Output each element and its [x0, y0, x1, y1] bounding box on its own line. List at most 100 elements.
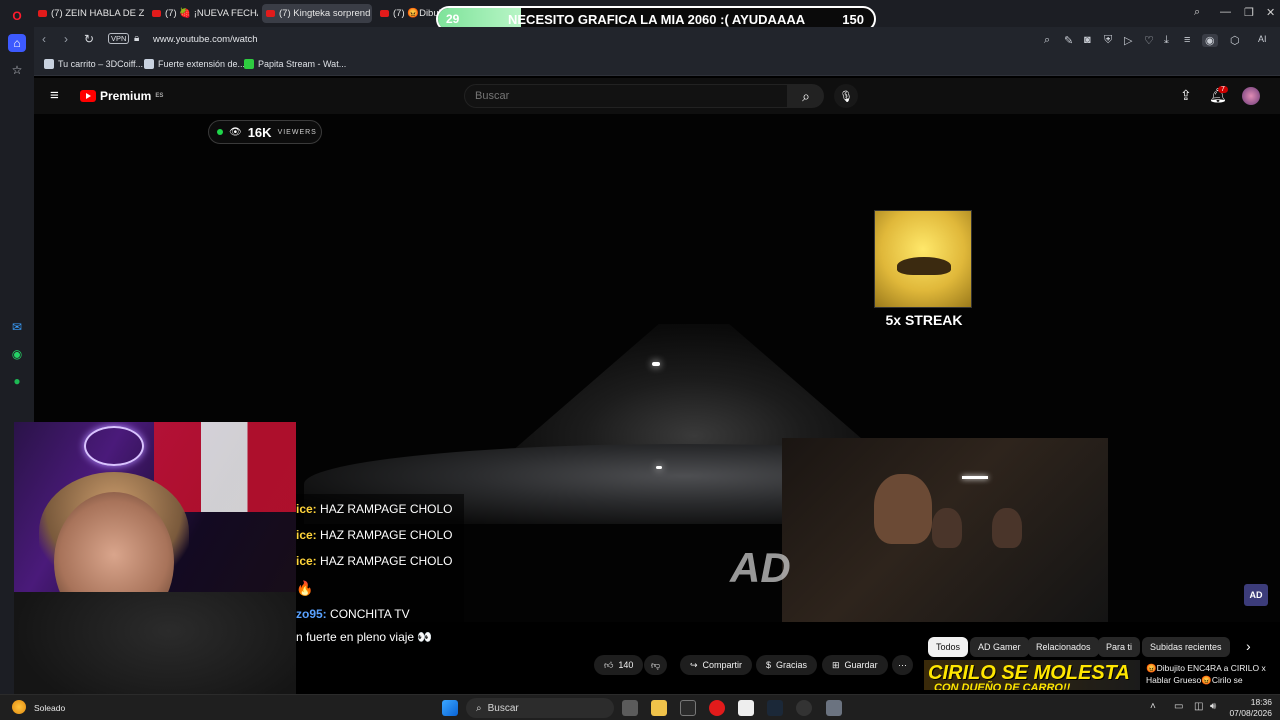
- search-button[interactable]: ⌕: [788, 84, 824, 108]
- url-field[interactable]: www.youtube.com/watch: [153, 34, 258, 45]
- chat-message: ice: HAZ RAMPAGE CHOLO: [296, 502, 453, 516]
- hamburger-menu-icon[interactable]: ≡: [50, 87, 59, 104]
- address-bar-row: ‹ › ↻ VPN 🔒︎ www.youtube.com/watch ⌕ ✎ ◙…: [34, 27, 1280, 54]
- related-video-thumbnail[interactable]: CIRILO SE MOLESTA CON DUEÑO DE CARRO!!: [924, 660, 1140, 690]
- chip-relacionados[interactable]: Relacionados: [1028, 637, 1099, 657]
- task-view-icon[interactable]: [622, 700, 638, 716]
- windows-start-icon[interactable]: [442, 700, 458, 716]
- save-button[interactable]: ⊞ Guardar: [822, 655, 888, 675]
- bookmark-2[interactable]: Fuerte extensión de...: [144, 59, 245, 69]
- volume-icon[interactable]: 🔊︎: [1210, 701, 1216, 712]
- ai-button[interactable]: AI: [1258, 34, 1267, 44]
- thumbs-up-icon: 👍︎: [604, 659, 614, 670]
- player-icon[interactable]: ▷: [1124, 34, 1132, 47]
- chevron-up-icon[interactable]: ˄: [1150, 701, 1156, 712]
- heart-icon[interactable]: ♡: [1144, 34, 1154, 47]
- share-button[interactable]: ↪ Compartir: [680, 655, 753, 675]
- extensions-icon[interactable]: ⬡: [1230, 34, 1240, 47]
- viewer-count-pill: 👁︎ 16K VIEWERS: [208, 120, 322, 144]
- like-button[interactable]: 👍︎ 140: [594, 655, 644, 675]
- camera-icon[interactable]: ◙: [1084, 34, 1091, 46]
- app-icon[interactable]: [680, 700, 696, 716]
- network-icon[interactable]: ◫: [1194, 701, 1203, 712]
- settings-gear-icon[interactable]: [826, 700, 842, 716]
- share-icon: ↪: [690, 659, 698, 670]
- notification-count-badge: 7: [1218, 86, 1228, 93]
- avatar[interactable]: [1242, 87, 1260, 105]
- more-icon: ⋯: [898, 659, 907, 670]
- search-tabs-icon[interactable]: ⌕: [1194, 6, 1200, 19]
- bookmarks-bar: Tu carrito – 3DCoiff... Fuerte extensión…: [34, 54, 1280, 76]
- notepad-icon[interactable]: [738, 700, 754, 716]
- system-clock[interactable]: 18:36 07/08/2026: [1229, 697, 1272, 719]
- home-icon[interactable]: ⌂: [8, 34, 26, 52]
- chevron-right-icon[interactable]: ›: [1246, 638, 1251, 654]
- weather-label[interactable]: Soleado: [34, 703, 65, 713]
- whatsapp-icon[interactable]: ◉: [8, 345, 26, 363]
- search-input[interactable]: [465, 85, 787, 107]
- spotify-icon[interactable]: ●: [8, 372, 26, 390]
- bookmark-favicon-icon: [244, 59, 254, 69]
- thanks-button[interactable]: $ Gracias: [756, 655, 818, 675]
- messenger-icon[interactable]: ✉: [8, 318, 26, 336]
- microphone-icon: 🎙︎: [839, 90, 853, 103]
- shield-icon[interactable]: ⛨: [1104, 34, 1112, 47]
- headlight: [652, 362, 660, 366]
- voice-search-button[interactable]: 🎙︎: [834, 84, 858, 108]
- maximize-icon[interactable]: ❐: [1244, 6, 1254, 19]
- star-icon[interactable]: ☆: [8, 61, 26, 79]
- battery-icon[interactable]: ▭: [1174, 701, 1183, 712]
- chat-message: ice: HAZ RAMPAGE CHOLO: [296, 554, 453, 568]
- profile-icon[interactable]: ◉: [1202, 34, 1218, 47]
- obs-icon[interactable]: [796, 700, 812, 716]
- close-icon[interactable]: ✕: [1266, 6, 1275, 19]
- bookmark-1[interactable]: Tu carrito – 3DCoiff...: [44, 59, 143, 69]
- dislike-button[interactable]: 👎︎: [644, 655, 668, 675]
- chip-ad-gamer[interactable]: AD Gamer: [970, 637, 1029, 657]
- opera-logo-icon[interactable]: O: [8, 7, 26, 25]
- forward-icon[interactable]: ›: [64, 32, 68, 46]
- search-box[interactable]: [464, 84, 788, 108]
- back-icon[interactable]: ‹: [42, 32, 46, 46]
- upload-icon[interactable]: ⇪: [1180, 87, 1192, 104]
- steam-icon[interactable]: [767, 700, 783, 716]
- live-dot-icon: [217, 129, 223, 135]
- streak-emote: [874, 210, 972, 308]
- edit-icon[interactable]: ✎: [1064, 34, 1073, 47]
- related-video-title[interactable]: 😡Dibujito ENC4RA a CIRILO x Hablar Grues…: [1146, 662, 1280, 686]
- taskbar-search[interactable]: ⌕ Buscar: [466, 698, 614, 718]
- channel-watermark: AD: [730, 544, 791, 591]
- weather-sun-icon[interactable]: [12, 700, 26, 714]
- lock-icon[interactable]: 🔒︎: [134, 33, 139, 44]
- menu-icon[interactable]: ≡: [1184, 34, 1190, 46]
- streak-label: 5x STREAK: [885, 312, 963, 328]
- bookmark-favicon-icon: [144, 59, 154, 69]
- search-icon[interactable]: ⌕: [1044, 34, 1050, 47]
- viewer-label: VIEWERS: [277, 128, 317, 136]
- opera-icon[interactable]: [709, 700, 725, 716]
- youtube-icon: [152, 10, 161, 17]
- file-explorer-icon[interactable]: [651, 700, 667, 716]
- minimize-icon[interactable]: —: [1220, 6, 1231, 18]
- tab-1[interactable]: (7) ZEIN HABLA DE ZULLY: [34, 4, 144, 23]
- tab-3-active[interactable]: (7) Kingteka sorprend: [262, 4, 372, 23]
- bookmark-3[interactable]: Papita Stream - Wat...: [244, 59, 346, 69]
- tab-2[interactable]: (7) 🍓 ¡NUEVA FECHA pa: [148, 4, 258, 23]
- more-actions-button[interactable]: ⋯: [892, 655, 913, 675]
- vpn-badge[interactable]: VPN: [108, 33, 130, 44]
- youtube-icon: [380, 10, 389, 17]
- search-icon: ⌕: [476, 702, 482, 714]
- youtube-header: ≡ PremiumES ⌕ 🎙︎ ⇪ 🔔︎ 7: [34, 78, 1280, 114]
- reload-icon[interactable]: ↻: [84, 32, 94, 46]
- youtube-premium-logo[interactable]: Premium ES: [80, 89, 163, 103]
- chip-para-ti[interactable]: Para ti: [1098, 637, 1141, 657]
- chip-subidas-recientes[interactable]: Subidas recientes: [1142, 637, 1230, 657]
- youtube-icon: [266, 10, 275, 17]
- eye-icon: 👁︎: [229, 126, 242, 138]
- tab-4[interactable]: (7) 😡Dibujit: [376, 4, 440, 23]
- goal-total: 150: [842, 12, 864, 27]
- chat-message: ice: HAZ RAMPAGE CHOLO: [296, 528, 453, 542]
- chip-todos[interactable]: Todos: [928, 637, 969, 657]
- channel-badge[interactable]: AD: [1244, 584, 1268, 606]
- download-icon[interactable]: ⤓: [1164, 34, 1169, 47]
